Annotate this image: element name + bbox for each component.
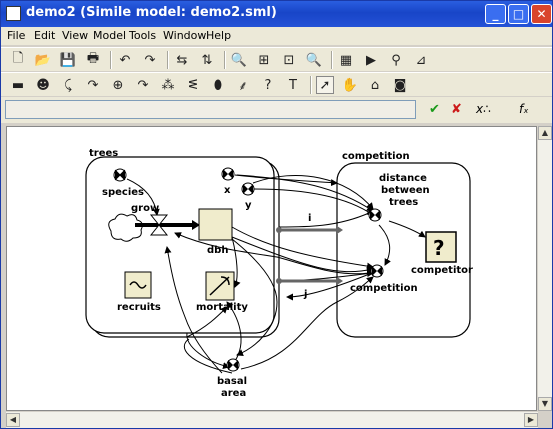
toolbar-separator xyxy=(310,76,312,94)
menu-file[interactable]: File xyxy=(7,29,25,42)
graph-icon[interactable]: ⊿ xyxy=(412,51,430,69)
flip-horizontal-icon[interactable]: ⇆ xyxy=(173,51,191,69)
migration-tool-icon[interactable]: ⬮ xyxy=(209,76,227,94)
app-icon xyxy=(6,6,21,21)
scroll-up-icon[interactable]: ▲ xyxy=(538,126,552,140)
expression-input[interactable] xyxy=(5,100,416,119)
close-button[interactable]: ✕ xyxy=(531,4,552,24)
undo-icon[interactable]: ↶ xyxy=(116,51,134,69)
event-tool-icon[interactable]: ᓬ xyxy=(184,76,202,94)
menu-window[interactable]: Window xyxy=(163,29,206,42)
toolbar-separator xyxy=(331,51,333,69)
grid-icon[interactable]: ▦ xyxy=(337,51,355,69)
basal-label: basal xyxy=(217,376,247,387)
trees-label: trees xyxy=(89,148,118,159)
role-arrow-icon[interactable]: ↷ xyxy=(134,76,152,94)
function-tool-icon[interactable]: ⸙ xyxy=(234,76,252,94)
open-folder-icon[interactable]: 📂 xyxy=(34,51,52,69)
toolbar-separator xyxy=(110,51,112,69)
variable-tool-icon[interactable]: ☻ xyxy=(34,76,52,94)
scroll-right-icon[interactable]: ▶ xyxy=(524,413,538,427)
cancel-icon[interactable]: ✘ xyxy=(451,102,462,117)
species-label: species xyxy=(102,187,144,198)
main-toolbar: 🗋 📂 💾 🖶 ↶ ↷ ⇆ ⇅ 🔍 ⊞ ⊡ 🔍 ▦ ▶ ⚲ ⊿ xyxy=(1,47,552,71)
horizontal-scrollbar[interactable]: ◀ ▶ xyxy=(6,412,538,428)
tool-palette: ▬ ☻ ⤹ ↷ ⊕ ↷ ⁂ ᓬ ⬮ ⸙? T ➚ ✋ ⌂ ◙ xyxy=(1,72,552,96)
model-canvas[interactable]: trees competition i j grow dbh species x… xyxy=(6,126,537,411)
app-window: demo2 (Simile model: demo2.sml) _ □ ✕ Fi… xyxy=(0,0,553,429)
help-tool-icon[interactable]: ? xyxy=(259,76,277,94)
hand-tool-icon[interactable]: ✋ xyxy=(341,76,359,94)
menu-help[interactable]: Help xyxy=(206,29,231,42)
redo-icon[interactable]: ↷ xyxy=(141,51,159,69)
function-insert-icon[interactable]: fₓ xyxy=(519,102,529,116)
zoom-select-icon[interactable]: ⊡ xyxy=(280,51,298,69)
condition-tool-icon[interactable]: ⁂ xyxy=(159,76,177,94)
title-bar[interactable]: demo2 (Simile model: demo2.sml) _ □ ✕ xyxy=(1,1,552,27)
role-j-label: j xyxy=(303,289,307,300)
recruits-label: recruits xyxy=(117,302,161,313)
dbh-label: dbh xyxy=(207,245,228,256)
vertical-scrollbar[interactable]: ▲ ▼ xyxy=(538,126,552,411)
scroll-down-icon[interactable]: ▼ xyxy=(538,397,552,411)
text-tool-icon[interactable]: T xyxy=(284,76,302,94)
binoculars-icon[interactable]: ⚲ xyxy=(387,51,405,69)
run-icon[interactable]: ▶ xyxy=(362,51,380,69)
menu-tools[interactable]: Tools xyxy=(129,29,156,42)
plugin-tool-icon[interactable]: ⌂ xyxy=(366,76,384,94)
submodel-tool-icon[interactable]: ⊕ xyxy=(109,76,127,94)
menu-bar: File Edit View Model Tools Window Help xyxy=(1,27,552,45)
minimize-button[interactable]: _ xyxy=(485,4,506,24)
print-icon[interactable]: 🖶 xyxy=(84,51,102,69)
grow-label: grow xyxy=(131,203,159,214)
maximize-button[interactable]: □ xyxy=(508,4,529,24)
window-title: demo2 (Simile model: demo2.sml) xyxy=(26,5,277,20)
menu-edit[interactable]: Edit xyxy=(34,29,55,42)
camera-tool-icon[interactable]: ◙ xyxy=(391,76,409,94)
flow-tool-icon[interactable]: ⤹ xyxy=(59,76,77,94)
area-label: area xyxy=(221,388,246,399)
mortality-label: mortality xyxy=(196,302,248,313)
variable-insert-icon[interactable]: x∴ xyxy=(476,102,491,116)
distance-label-3: trees xyxy=(389,197,418,208)
scroll-left-icon[interactable]: ◀ xyxy=(6,413,20,427)
zoom-out-icon[interactable]: 🔍 xyxy=(305,51,323,69)
distance-label-1: distance xyxy=(379,173,427,184)
menu-model[interactable]: Model xyxy=(93,29,126,42)
toolbar-separator xyxy=(224,51,226,69)
zoom-in-icon[interactable]: 🔍 xyxy=(230,51,248,69)
distance-label-2: between xyxy=(381,185,430,196)
expression-bar: ✔ ✘ x∴ fₓ xyxy=(1,97,552,123)
toolbar-separator xyxy=(167,51,169,69)
competitor-label: competitor xyxy=(411,265,473,276)
zoom-fit-icon[interactable]: ⊞ xyxy=(255,51,273,69)
menu-view[interactable]: View xyxy=(62,29,88,42)
compartment-tool-icon[interactable]: ▬ xyxy=(9,76,27,94)
save-icon[interactable]: 💾 xyxy=(59,51,77,69)
model-diagram: trees competition i j grow dbh species x… xyxy=(85,148,473,399)
x-label: x xyxy=(224,185,231,196)
competition-label: competition xyxy=(342,151,410,162)
new-file-icon[interactable]: 🗋 xyxy=(9,51,27,69)
competition-var-label: competition xyxy=(350,283,418,294)
flip-vertical-icon[interactable]: ⇅ xyxy=(198,51,216,69)
y-label: y xyxy=(245,200,252,211)
role-i-label: i xyxy=(308,213,311,224)
influence-tool-icon[interactable]: ↷ xyxy=(84,76,102,94)
pointer-tool-icon[interactable]: ➚ xyxy=(316,76,334,94)
accept-icon[interactable]: ✔ xyxy=(429,102,440,117)
question-icon: ? xyxy=(433,236,445,260)
